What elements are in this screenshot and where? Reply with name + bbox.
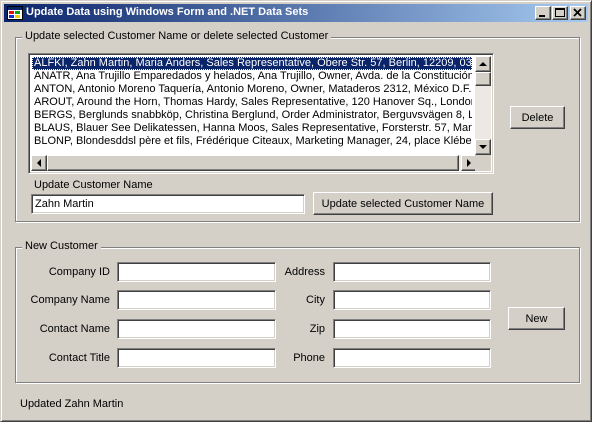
arrow-right-icon — [467, 159, 471, 167]
customer-list-item[interactable]: BLONP, Blondesddsl père et fils, Frédéri… — [32, 135, 472, 148]
contact-title-label: Contact Title — [48, 352, 110, 364]
customer-name-input[interactable] — [31, 194, 305, 214]
phone-input[interactable] — [333, 348, 491, 368]
minimize-button[interactable] — [535, 6, 551, 20]
scroll-left-button[interactable] — [31, 155, 47, 171]
new-customer-button[interactable]: New — [508, 307, 565, 330]
address-input[interactable] — [333, 262, 491, 282]
maximize-icon — [555, 8, 565, 17]
update-customer-name-label: Update Customer Name — [34, 179, 153, 191]
phone-label: Phone — [293, 352, 325, 364]
title-bar[interactable]: Update Data using Windows Form and .NET … — [4, 4, 588, 22]
zip-input[interactable] — [333, 319, 491, 339]
arrow-left-icon — [37, 159, 41, 167]
horizontal-scrollbar[interactable] — [31, 155, 477, 171]
windows-form-icon — [7, 6, 23, 20]
arrow-up-icon — [479, 62, 487, 66]
scroll-down-button[interactable] — [475, 139, 491, 155]
scrollbar-corner — [475, 155, 491, 171]
minimize-icon — [539, 15, 545, 17]
customer-list-item[interactable]: ANATR, Ana Trujillo Emparedados y helado… — [32, 70, 472, 83]
customer-list-item[interactable]: ANTON, Antonio Moreno Taquería, Antonio … — [32, 83, 472, 96]
vertical-scroll-thumb[interactable] — [475, 72, 491, 86]
customer-list-item[interactable]: BERGS, Berglunds snabbköp, Christina Ber… — [32, 109, 472, 122]
status-message: Updated Zahn Martin — [20, 398, 124, 410]
window-title: Update Data using Windows Form and .NET … — [26, 6, 309, 18]
vertical-scrollbar[interactable] — [475, 56, 491, 155]
city-label: City — [306, 294, 325, 306]
main-window: Update Data using Windows Form and .NET … — [0, 0, 592, 422]
new-customer-group: New Customer Company ID Company Name Con… — [15, 240, 580, 383]
contact-title-input[interactable] — [117, 348, 276, 368]
update-customer-name-button[interactable]: Update selected Customer Name — [313, 192, 493, 215]
company-name-input[interactable] — [117, 290, 276, 310]
company-name-label: Company Name — [30, 294, 110, 306]
customer-list-item[interactable]: ALFKI, Zahn Martin, Maria Anders, Sales … — [32, 57, 472, 70]
customer-list-rows[interactable]: ALFKI, Zahn Martin, Maria Anders, Sales … — [32, 57, 472, 154]
contact-name-label: Contact Name — [39, 323, 110, 335]
address-label: Address — [284, 266, 325, 278]
close-icon — [573, 8, 582, 17]
delete-button[interactable]: Delete — [510, 106, 565, 129]
update-group-legend: Update selected Customer Name or delete … — [22, 30, 332, 42]
company-id-label: Company ID — [48, 266, 110, 278]
zip-label: Zip — [309, 323, 325, 335]
customer-list-item[interactable]: BLAUS, Blauer See Delikatessen, Hanna Mo… — [32, 122, 472, 135]
arrow-down-icon — [479, 145, 487, 149]
horizontal-scroll-thumb[interactable] — [47, 155, 459, 171]
new-customer-group-legend: New Customer — [22, 240, 101, 252]
company-id-input[interactable] — [117, 262, 276, 282]
customer-listbox[interactable]: ALFKI, Zahn Martin, Maria Anders, Sales … — [28, 53, 494, 174]
close-button[interactable] — [570, 6, 586, 20]
city-input[interactable] — [333, 290, 491, 310]
update-customer-group: Update selected Customer Name or delete … — [15, 30, 580, 222]
maximize-button[interactable] — [552, 6, 568, 20]
contact-name-input[interactable] — [117, 319, 276, 339]
scroll-up-button[interactable] — [475, 56, 491, 72]
customer-list-item[interactable]: AROUT, Around the Horn, Thomas Hardy, Sa… — [32, 96, 472, 109]
